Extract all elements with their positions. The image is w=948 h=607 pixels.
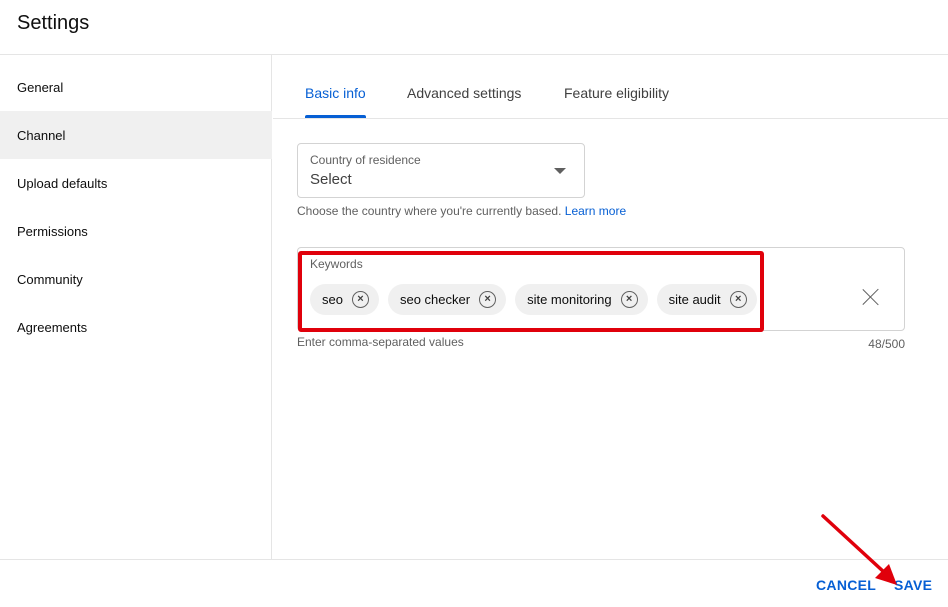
keywords-char-count: 48/500	[868, 337, 905, 351]
close-circle-icon[interactable]: ×	[620, 291, 638, 308]
settings-sidebar: General Channel Upload defaults Permissi…	[0, 55, 272, 559]
page-title: Settings	[17, 12, 90, 34]
sidebar-item-upload-defaults[interactable]: Upload defaults	[0, 159, 272, 207]
learn-more-link[interactable]: Learn more	[565, 204, 626, 218]
keywords-help-text: Enter comma-separated values	[297, 335, 464, 349]
keyword-chip: site monitoring ×	[515, 284, 648, 315]
sidebar-item-permissions[interactable]: Permissions	[0, 207, 272, 255]
save-button[interactable]: SAVE	[894, 577, 932, 593]
country-select[interactable]: Country of residence Select	[297, 143, 585, 198]
close-circle-icon[interactable]: ×	[729, 291, 747, 308]
sidebar-item-community[interactable]: Community	[0, 255, 272, 303]
sidebar-item-channel[interactable]: Channel	[0, 111, 272, 159]
settings-header: Settings	[0, 0, 948, 55]
close-circle-icon[interactable]: ×	[479, 291, 497, 308]
country-help-label: Choose the country where you're currentl…	[297, 204, 562, 218]
close-circle-icon[interactable]: ×	[351, 291, 369, 308]
keyword-chip-label: site audit	[668, 292, 721, 307]
tab-basic-info[interactable]: Basic info	[305, 85, 366, 118]
keyword-chip: seo ×	[310, 284, 379, 315]
keyword-chip-label: site monitoring	[527, 292, 612, 307]
country-select-label: Country of residence	[310, 153, 421, 167]
dialog-footer: CANCEL SAVE	[0, 559, 948, 607]
sidebar-item-label: Channel	[17, 127, 66, 143]
sidebar-item-label: Upload defaults	[17, 175, 108, 191]
sidebar-item-general[interactable]: General	[0, 63, 272, 111]
keyword-chip: seo checker ×	[387, 284, 507, 315]
sidebar-item-agreements[interactable]: Agreements	[0, 303, 272, 351]
keywords-label: Keywords	[310, 257, 363, 271]
tab-bar: Basic info Advanced settings Feature eli…	[273, 55, 948, 119]
sidebar-item-label: Agreements	[17, 319, 88, 335]
keyword-chip: site audit ×	[656, 284, 757, 315]
keywords-field[interactable]: Keywords seo × seo checker × site monito…	[297, 247, 905, 331]
keyword-chips: seo × seo checker × site monitoring × si…	[310, 284, 757, 315]
sidebar-item-label: Permissions	[17, 223, 88, 239]
sidebar-item-label: Community	[17, 271, 83, 287]
cancel-button[interactable]: CANCEL	[816, 577, 876, 593]
country-select-value: Select	[310, 171, 352, 188]
dropdown-caret-icon	[554, 168, 566, 174]
tab-feature-eligibility[interactable]: Feature eligibility	[564, 85, 669, 118]
keyword-chip-label: seo	[322, 292, 343, 307]
sidebar-item-label: General	[17, 79, 64, 95]
close-icon[interactable]	[862, 288, 880, 306]
tab-advanced-settings[interactable]: Advanced settings	[407, 85, 521, 118]
country-help-text: Choose the country where you're currentl…	[297, 204, 626, 218]
keyword-chip-label: seo checker	[399, 292, 471, 307]
